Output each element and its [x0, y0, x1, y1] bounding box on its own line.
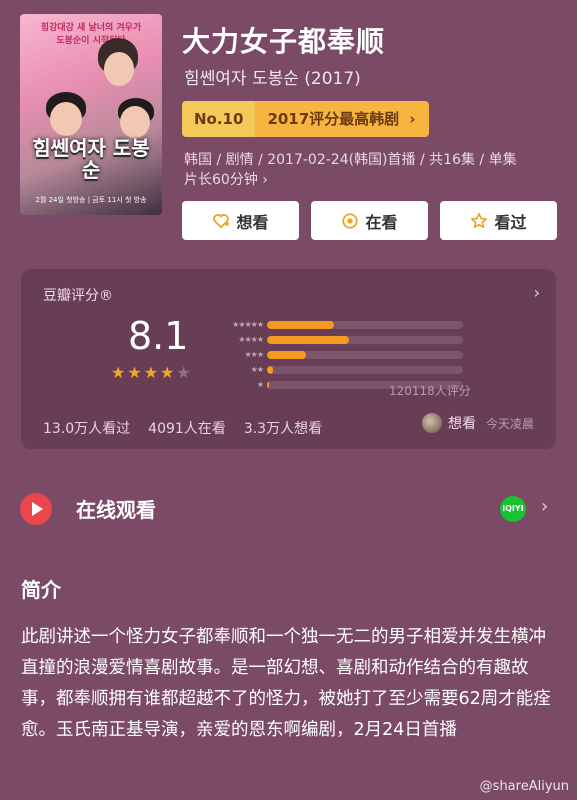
rating-distribution-stars: ★ — [256, 380, 264, 389]
rating-distribution-row: ★★★★ — [211, 332, 463, 347]
user-status-time: 今天凌晨 — [485, 416, 534, 431]
rating-distribution-track — [267, 320, 463, 329]
rating-distribution-stars: ★★ — [250, 365, 264, 374]
meta-line-2: 片长60分钟 › — [184, 172, 268, 188]
chevron-right-icon: › — [409, 110, 416, 128]
watch-online-row[interactable]: 在线观看 iQIYI › — [20, 487, 560, 529]
rating-distribution: ★★★★★ ★★★★ ★★★ ★★ ★ — [211, 317, 463, 392]
poster-figure-man-right — [120, 106, 150, 138]
rating-distribution-track — [267, 335, 463, 344]
rating-stars: ★ ★ ★ ★ ★ — [111, 365, 191, 381]
show-original-title: 힘쎈여자 도봉순 (2017) — [184, 69, 361, 89]
watched-count[interactable]: 13.0万人看过 — [43, 418, 130, 438]
heart-plus-icon — [213, 213, 230, 229]
user-status[interactable]: 想看 今天凌晨 — [421, 413, 534, 433]
rating-distribution-row: ★★★★★ — [211, 317, 463, 332]
rating-star-icon: ★ — [127, 363, 142, 382]
star-outline-icon — [471, 212, 488, 228]
target-icon — [342, 212, 359, 229]
rating-distribution-stars: ★★★★★ — [232, 320, 264, 329]
rating-distribution-track — [267, 350, 463, 359]
rank-label-wrap: 2017评分最高韩剧 › — [255, 101, 430, 137]
rating-star-icon: ★ — [111, 363, 126, 382]
rating-distribution-bar — [267, 380, 269, 389]
rating-score: 8.1 — [128, 314, 189, 358]
rating-distribution-bar — [267, 365, 273, 374]
chevron-right-icon[interactable]: › — [534, 283, 540, 302]
watermark: @shareAliyun — [479, 779, 569, 794]
watching-button[interactable]: 在看 — [311, 201, 428, 240]
rating-distribution-row: ★★★ — [211, 347, 463, 362]
poster-title: 힘쎈여자 도봉순 — [32, 136, 150, 182]
rating-distribution-stars: ★★★ — [244, 350, 264, 359]
want-to-watch-button[interactable]: 想看 — [182, 201, 299, 240]
rating-header: 豆瓣评分® — [43, 288, 113, 304]
rating-count: 120118人评分 — [389, 384, 471, 398]
synopsis-text: 此剧讲述一个怪力女子都奉顺和一个独一无二的男子相爱并发生横冲直撞的浪漫爱情喜剧故… — [21, 627, 551, 740]
play-icon — [20, 493, 52, 525]
show-title: 大力女子都奉顺 — [182, 25, 386, 58]
rating-distribution-bar — [267, 320, 334, 329]
synopsis-heading: 简介 — [21, 578, 61, 602]
action-buttons: 想看 在看 看过 — [182, 201, 557, 240]
rank-number: No.10 — [182, 101, 256, 137]
rating-distribution-track — [267, 365, 463, 374]
want-label: 想看 — [236, 212, 269, 232]
rating-distribution-row: ★★ — [211, 362, 463, 377]
rating-distribution-bar — [267, 350, 307, 359]
rating-star-icon: ★ — [160, 363, 175, 382]
want-count[interactable]: 3.3万人想看 — [244, 418, 322, 438]
meta-line-1: 韩国 / 剧情 / 2017-02-24(韩国)首播 / 共16集 / 单集 — [184, 152, 517, 168]
rating-distribution-bar — [267, 335, 350, 344]
iqiyi-icon: iQIYI — [500, 496, 526, 522]
avatar — [421, 413, 442, 433]
poster-image[interactable]: 힘강대강 새 날너의 겨우가 도봉순이 시작된다 힘쎈여자 도봉순 2월 24일… — [20, 14, 162, 215]
chevron-right-icon: › — [541, 496, 549, 517]
user-status-label: 想看 — [447, 416, 476, 432]
show-meta[interactable]: 韩国 / 剧情 / 2017-02-24(韩国)首播 / 共16集 / 单集 片… — [184, 150, 564, 190]
ranking-badge[interactable]: No.10 2017评分最高韩剧 › — [182, 101, 430, 137]
watched-button[interactable]: 看过 — [440, 201, 557, 240]
watching-count[interactable]: 4091人在看 — [148, 418, 226, 438]
poster-airdate: 2월 24일 첫방송 | 금토 11시 첫 방송 — [35, 196, 147, 204]
viewer-stats: 13.0万人看过 4091人在看 3.3万人想看 — [43, 418, 322, 438]
poster-figure-man-left — [50, 102, 82, 136]
watched-label: 看过 — [494, 212, 527, 232]
watch-online-label: 在线观看 — [76, 498, 156, 522]
rating-star-icon: ★ — [143, 363, 159, 382]
rank-label: 2017评分最高韩剧 — [267, 110, 400, 128]
watching-label: 在看 — [365, 212, 398, 232]
poster-figure-woman — [104, 52, 134, 86]
rating-distribution-stars: ★★★★ — [238, 335, 264, 344]
rating-star-icon: ★ — [176, 363, 191, 382]
rating-card[interactable]: 豆瓣评分® › 8.1 ★ ★ ★ ★ ★ ★★★★★ ★★★★ ★★★ ★★ ★ 120118… — [21, 269, 556, 449]
